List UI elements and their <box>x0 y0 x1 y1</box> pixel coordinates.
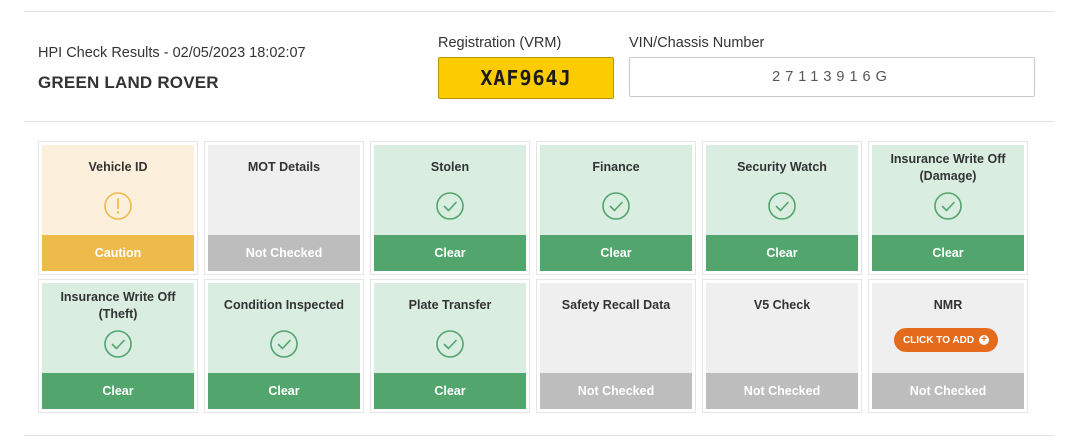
tile-condition-inspected[interactable]: Condition Inspected Clear <box>205 280 363 412</box>
tile-plate-transfer[interactable]: Plate Transfer Clear <box>371 280 529 412</box>
check-icon <box>436 192 464 220</box>
tile-title: Stolen <box>430 160 470 174</box>
tile-nmr[interactable]: NMR CLICK TO ADD + Not Checked <box>869 280 1027 412</box>
tile-insurance-write-off-damage[interactable]: Insurance Write Off (Damage) Clear <box>869 142 1027 274</box>
click-to-add-button[interactable]: CLICK TO ADD + <box>894 328 998 352</box>
section-divider <box>24 121 1054 122</box>
tile-v5-check[interactable]: V5 Check Not Checked <box>703 280 861 412</box>
tile-status: Not Checked <box>872 373 1024 409</box>
tile-title: Plate Transfer <box>408 298 492 312</box>
plus-circle-icon: + <box>979 335 990 345</box>
tile-status: Not Checked <box>208 235 360 271</box>
tile-status: Clear <box>706 235 858 271</box>
registration-label: Registration (VRM) <box>438 35 562 51</box>
tile-safety-recall-data[interactable]: Safety Recall Data Not Checked <box>537 280 695 412</box>
registration-plate: XAF964J <box>438 57 614 99</box>
tile-status: Clear <box>42 373 194 409</box>
check-results-grid: Vehicle ID Caution MOT Details Not Check… <box>39 142 1027 412</box>
tile-status: Not Checked <box>540 373 692 409</box>
tile-status: Clear <box>208 373 360 409</box>
tile-title: Condition Inspected <box>223 298 345 312</box>
tile-title: Insurance Write Off (Damage) <box>890 152 1006 183</box>
check-icon <box>934 192 962 220</box>
bottom-divider <box>24 435 1054 436</box>
tile-finance[interactable]: Finance Clear <box>537 142 695 274</box>
vehicle-description: GREEN LAND ROVER <box>38 73 219 92</box>
check-icon <box>104 330 132 358</box>
tile-status: Clear <box>540 235 692 271</box>
results-timestamp: HPI Check Results - 02/05/2023 18:02:07 <box>38 45 306 61</box>
tile-mot-details[interactable]: MOT Details Not Checked <box>205 142 363 274</box>
tile-title: NMR <box>933 298 963 312</box>
click-to-add-label: CLICK TO ADD <box>902 334 975 346</box>
tile-status: Clear <box>872 235 1024 271</box>
caution-icon <box>104 192 132 220</box>
tile-stolen[interactable]: Stolen Clear <box>371 142 529 274</box>
tile-status: Clear <box>374 373 526 409</box>
check-icon <box>602 192 630 220</box>
tile-title: MOT Details <box>247 160 321 174</box>
tile-title: V5 Check <box>753 298 811 312</box>
tile-vehicle-id[interactable]: Vehicle ID Caution <box>39 142 197 274</box>
tile-title: Safety Recall Data <box>561 298 671 312</box>
top-divider <box>24 11 1054 12</box>
tile-status: Not Checked <box>706 373 858 409</box>
tile-title: Vehicle ID <box>88 160 148 174</box>
tile-title: Security Watch <box>737 160 827 174</box>
vin-field[interactable] <box>629 57 1035 97</box>
tile-status: Clear <box>374 235 526 271</box>
tile-title: Insurance Write Off (Theft) <box>60 290 176 321</box>
tile-insurance-write-off-theft[interactable]: Insurance Write Off (Theft) Clear <box>39 280 197 412</box>
check-icon <box>436 330 464 358</box>
check-icon <box>768 192 796 220</box>
check-icon <box>270 330 298 358</box>
tile-title: Finance <box>592 160 640 174</box>
tile-status: Caution <box>42 235 194 271</box>
vin-label: VIN/Chassis Number <box>629 35 765 51</box>
tile-security-watch[interactable]: Security Watch Clear <box>703 142 861 274</box>
